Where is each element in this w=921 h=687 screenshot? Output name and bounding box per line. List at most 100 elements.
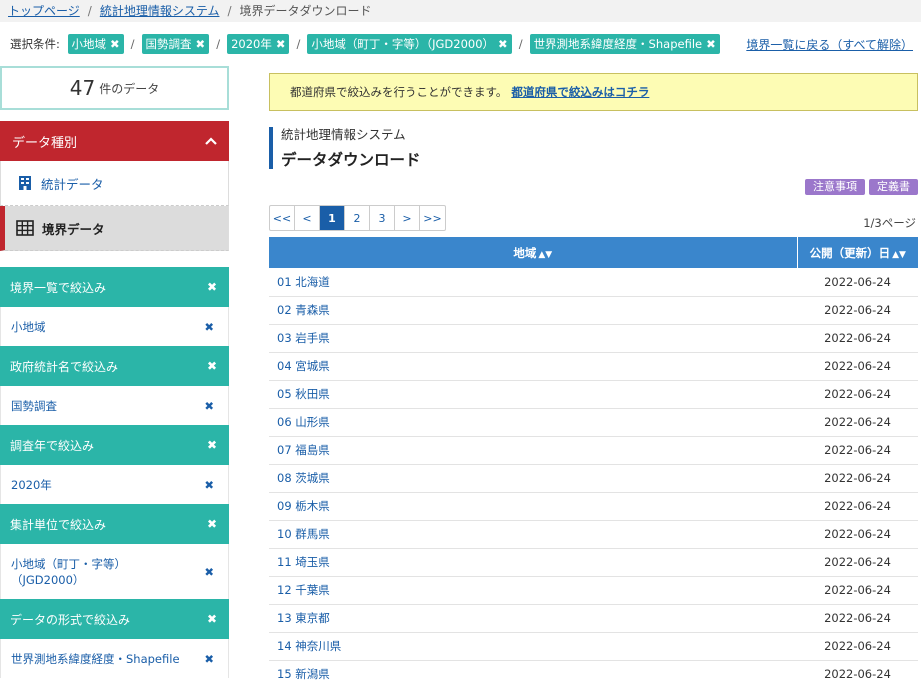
table-row: 08 茨城県 2022-06-24 [269,464,918,493]
publish-date: 2022-06-24 [797,660,918,687]
building-icon [19,176,31,190]
result-count-unit: 件のデータ [99,81,160,96]
prefecture-notice-text: 都道府県で絞込みを行うことができます。 [290,85,508,99]
column-header-region[interactable]: 地域 ▲▼ [269,237,797,268]
close-icon[interactable]: ✖ [498,37,508,51]
page-prev-button[interactable]: < [295,206,320,230]
pagination: << < 1 2 3 > >> [269,205,446,231]
publish-date: 2022-06-24 [797,464,918,493]
narrow-survey-name-header[interactable]: 政府統計名で絞込み ✖ [0,346,229,386]
table-row: 13 東京都 2022-06-24 [269,604,918,633]
publish-date: 2022-06-24 [797,436,918,465]
sidebar: 47 件のデータ データ種別 統計データ 境界データ 境界一覧で絞込み ✖ 小地域… [0,66,229,678]
page-first-button[interactable]: << [270,206,295,230]
filter-chip-unit[interactable]: 小地域（町丁・字等）（JGD2000） ✖ [307,34,512,54]
close-icon[interactable]: ✖ [196,37,206,51]
publish-date: 2022-06-24 [797,632,918,661]
breadcrumb-separator: / [227,4,232,18]
selected-conditions-label: 選択条件: [10,37,60,51]
page-2-button[interactable]: 2 [345,206,370,230]
filter-chip-year[interactable]: 2020年 ✖ [227,34,290,54]
close-icon[interactable]: ✖ [706,37,716,51]
data-type-boundary-label: 境界データ [42,221,105,237]
selected-conditions-bar: 選択条件: 小地域 ✖ / 国勢調査 ✖/2020年 ✖ / 小地域（町丁・字等）（JGD20… [0,24,921,62]
breadcrumb-home-link[interactable]: トップページ [8,4,80,18]
table-row: 10 群馬県 2022-06-24 [269,520,918,549]
region-link[interactable]: 06 山形県 [269,408,797,437]
column-header-date[interactable]: 公開（更新）日 ▲▼ [796,237,918,268]
narrow-aggregation-unit-header[interactable]: 集計単位で絞込み ✖ [0,504,229,544]
region-link[interactable]: 07 福島県 [269,436,797,465]
chevron-up-icon[interactable] [205,137,217,145]
filter-chip-small-area[interactable]: 小地域 ✖ [67,34,124,54]
publish-date: 2022-06-24 [797,576,918,605]
page-next-button[interactable]: > [395,206,420,230]
data-type-statistics[interactable]: 統計データ [0,161,229,206]
narrow-survey-year-header[interactable]: 調査年で絞込み ✖ [0,425,229,465]
sort-icon[interactable]: ▲▼ [538,250,552,260]
table-row: 04 宮城県 2022-06-24 [269,352,918,381]
table-row: 14 神奈川県 2022-06-24 [269,632,918,661]
close-icon[interactable]: ✖ [110,37,120,51]
filter-chip-format[interactable]: 世界測地系緯度経度・Shapefile ✖ [529,34,720,54]
region-link[interactable]: 08 茨城県 [269,464,797,493]
narrow-boundary-list-header[interactable]: 境界一覧で絞込み ✖ [0,267,229,307]
close-icon[interactable]: ✖ [207,280,217,294]
narrow-data-format-header[interactable]: データの形式で絞込み ✖ [0,599,229,639]
publish-date: 2022-06-24 [797,324,918,353]
publish-date: 2022-06-24 [797,548,918,577]
publish-date: 2022-06-24 [797,492,918,521]
table-row: 09 栃木県 2022-06-24 [269,492,918,521]
publish-date: 2022-06-24 [797,520,918,549]
region-link[interactable]: 09 栃木県 [269,492,797,521]
page-last-button[interactable]: >> [420,206,445,230]
data-type-header[interactable]: データ種別 [0,121,229,161]
close-icon[interactable]: ✖ [207,612,217,626]
region-link[interactable]: 13 東京都 [269,604,797,633]
data-type-boundary[interactable]: 境界データ [0,206,229,251]
page-1-button[interactable]: 1 [320,206,345,230]
definition-button[interactable]: 定義書 [869,179,918,195]
narrow-data-format-value[interactable]: 世界測地系緯度経度・Shapefile ✖ [0,639,229,678]
close-icon[interactable]: ✖ [204,564,214,580]
region-link[interactable]: 11 埼玉県 [269,548,797,577]
notes-button[interactable]: 注意事項 [805,179,865,195]
region-link[interactable]: 03 岩手県 [269,324,797,353]
close-icon[interactable]: ✖ [207,359,217,373]
region-link[interactable]: 15 新潟県 [269,660,797,687]
table-row: 15 新潟県 2022-06-24 [269,660,918,687]
close-icon[interactable]: ✖ [204,398,214,414]
region-link[interactable]: 05 秋田県 [269,380,797,409]
close-icon[interactable]: ✖ [276,37,286,51]
pagination-row: << < 1 2 3 > >> 1/3ページ [269,205,918,231]
page-3-button[interactable]: 3 [370,206,395,230]
narrow-survey-year-value[interactable]: 2020年 ✖ [0,465,229,504]
table-row: 11 埼玉県 2022-06-24 [269,548,918,577]
narrow-boundary-list-value[interactable]: 小地域 ✖ [0,307,229,346]
sort-icon[interactable]: ▲▼ [892,250,906,260]
table-header-row: 地域 ▲▼ 公開（更新）日 ▲▼ [269,237,918,268]
page-heading: 統計地理情報システム データダウンロード [269,127,918,169]
prefecture-filter-link[interactable]: 都道府県で絞込みはコチラ [511,84,649,100]
close-icon[interactable]: ✖ [204,319,214,335]
region-link[interactable]: 12 千葉県 [269,576,797,605]
data-table: 地域 ▲▼ 公開（更新）日 ▲▼ 01 北海道 2022-06-24 02 青森県 202… [269,237,918,687]
region-link[interactable]: 14 神奈川県 [269,632,797,661]
narrow-aggregation-unit-value[interactable]: 小地域（町丁・字等） （JGD2000） ✖ [0,544,229,599]
close-icon[interactable]: ✖ [207,438,217,452]
region-link[interactable]: 04 宮城県 [269,352,797,381]
back-to-list-link[interactable]: 境界一覧に戻る（すべて解除） [746,36,913,53]
info-tags: 注意事項 定義書 [269,179,918,195]
table-row: 05 秋田県 2022-06-24 [269,380,918,409]
region-link[interactable]: 01 北海道 [269,268,797,297]
page-subtitle: 統計地理情報システム [281,127,406,142]
breadcrumb-system-link[interactable]: 統計地理情報システム [100,4,220,18]
region-link[interactable]: 02 青森県 [269,296,797,325]
grid-icon [16,220,34,236]
close-icon[interactable]: ✖ [204,651,214,667]
close-icon[interactable]: ✖ [207,517,217,531]
narrow-survey-name-value[interactable]: 国勢調査 ✖ [0,386,229,425]
region-link[interactable]: 10 群馬県 [269,520,797,549]
close-icon[interactable]: ✖ [204,477,214,493]
filter-chip-census[interactable]: 国勢調査 ✖ [141,34,210,54]
